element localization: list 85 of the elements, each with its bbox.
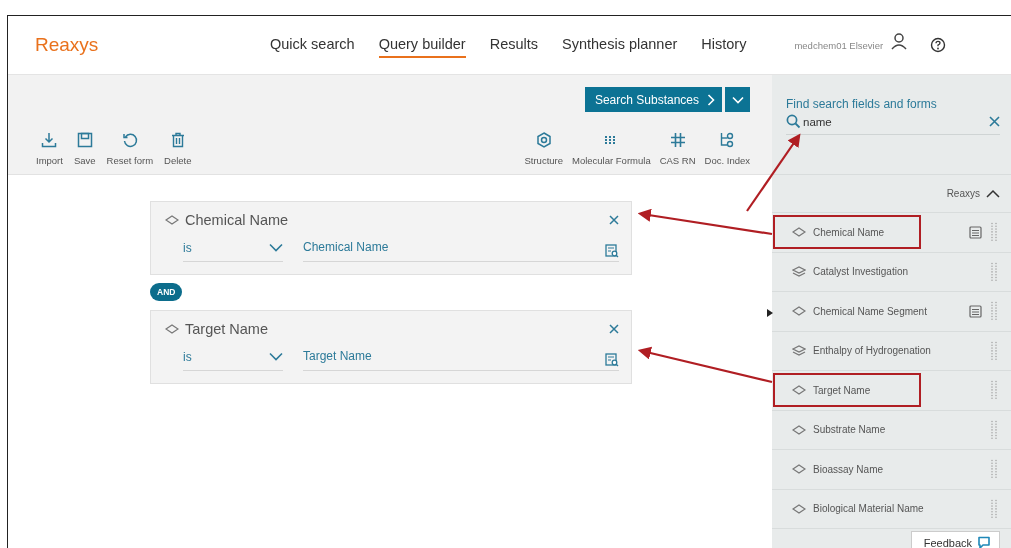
- value-field[interactable]: Chemical Name: [303, 240, 605, 254]
- field-list-item[interactable]: Bioassay Name: [772, 450, 1011, 490]
- and-connector[interactable]: AND: [150, 283, 183, 301]
- nav-tab[interactable]: Synthesis planner: [562, 32, 678, 58]
- diamond-icon: [792, 424, 806, 435]
- tool-button[interactable]: Delete: [164, 132, 192, 166]
- field-list-item[interactable]: Enthalpy of Hydrogenation: [772, 331, 1011, 371]
- docindex-icon: [719, 132, 736, 148]
- diamond-icon: [792, 227, 806, 238]
- group-toggle[interactable]: Reaxys: [946, 188, 1000, 199]
- operator-dropdown[interactable]: is: [183, 240, 283, 262]
- dropdown-button[interactable]: [725, 87, 750, 112]
- field-list-item[interactable]: Catalyst Investigation: [772, 252, 1011, 292]
- nav-tab[interactable]: Results: [489, 32, 539, 58]
- drag-handle-icon[interactable]: [990, 459, 998, 480]
- user-name: medchem01 Elsevier: [794, 39, 884, 51]
- tool-button[interactable]: Import: [36, 132, 63, 166]
- field-label: Catalyst Investigation: [813, 266, 909, 278]
- field-label: Target Name: [813, 384, 871, 396]
- tool-button[interactable]: Doc. Index: [704, 132, 750, 166]
- layers-icon: [792, 265, 806, 278]
- field-list-item[interactable]: Chemical Name: [772, 213, 1011, 253]
- reset-icon: [121, 132, 138, 148]
- field-label: Substrate Name: [813, 424, 886, 436]
- field-list-item[interactable]: Target Name: [772, 371, 1011, 411]
- clear-icon[interactable]: [989, 116, 1000, 127]
- search-field[interactable]: name: [803, 115, 987, 128]
- drag-handle-icon[interactable]: [990, 222, 998, 243]
- field-label: Bioassay Name: [813, 463, 884, 475]
- field-list-item[interactable]: Chemical Name Segment: [772, 292, 1011, 332]
- field-list-item[interactable]: Substrate Name: [772, 410, 1011, 450]
- hash-icon: [669, 132, 686, 148]
- drag-handle-icon[interactable]: [990, 380, 998, 401]
- field-label: Biological Material Name: [813, 503, 924, 515]
- chat-icon: [977, 536, 991, 548]
- field-label: Enthalpy of Hydrogenation: [813, 345, 931, 357]
- diamond-icon: [792, 503, 806, 514]
- tool-button[interactable]: Structure: [524, 132, 563, 166]
- tool-button[interactable]: Molecular Formula: [572, 132, 651, 166]
- chevron-right-icon: [707, 93, 715, 106]
- tool-button[interactable]: Reset form: [106, 132, 154, 166]
- drag-handle-icon[interactable]: [990, 301, 998, 322]
- user-icon[interactable]: [891, 33, 908, 51]
- value-field[interactable]: Target Name: [303, 349, 605, 363]
- save-icon: [76, 132, 93, 148]
- chevron-down-icon: [269, 352, 283, 361]
- chevron-up-icon: [986, 189, 1000, 198]
- chevron-down-icon: [731, 95, 744, 104]
- close-icon[interactable]: [609, 324, 619, 334]
- nav-tab[interactable]: History: [701, 32, 747, 58]
- lookup-icon[interactable]: [605, 353, 619, 367]
- structure-icon: [535, 132, 552, 148]
- drag-handle-icon[interactable]: [990, 261, 998, 282]
- form-icon[interactable]: [969, 225, 982, 239]
- card-title: Chemical Name: [185, 212, 289, 228]
- form-icon[interactable]: [969, 304, 982, 318]
- nav-tab[interactable]: Query builder: [378, 32, 466, 58]
- expand-icon[interactable]: [766, 308, 774, 318]
- import-icon: [41, 132, 58, 148]
- diamond-icon: [792, 464, 806, 475]
- chevron-down-icon: [269, 243, 283, 252]
- field-list-item[interactable]: Biological Material Name: [772, 489, 1011, 529]
- drag-handle-icon[interactable]: [990, 419, 998, 440]
- field-label: Chemical Name: [813, 226, 885, 238]
- tool-button[interactable]: CAS RN: [659, 132, 696, 166]
- search-icon[interactable]: [786, 114, 801, 129]
- close-icon[interactable]: [609, 215, 619, 225]
- operator-dropdown[interactable]: is: [183, 349, 283, 371]
- card-title: Target Name: [185, 321, 268, 337]
- search-substances-button[interactable]: Search Substances: [584, 87, 722, 112]
- tool-button[interactable]: Save: [73, 132, 96, 166]
- field-label: Chemical Name Segment: [813, 305, 927, 317]
- drag-handle-icon[interactable]: [990, 498, 998, 519]
- drag-handle-icon[interactable]: [990, 340, 998, 361]
- panel-title: Find search fields and forms: [786, 97, 937, 111]
- diamond-icon: [792, 306, 806, 317]
- feedback-button[interactable]: Feedback: [910, 531, 1000, 548]
- layers-icon: [792, 344, 806, 357]
- delete-icon: [169, 132, 186, 148]
- lookup-icon[interactable]: [605, 244, 619, 258]
- nav-tab[interactable]: Quick search: [270, 32, 355, 58]
- help-icon[interactable]: [930, 37, 947, 53]
- diamond-icon: [792, 385, 806, 396]
- diamond-icon: [165, 215, 179, 225]
- diamond-icon: [165, 324, 179, 334]
